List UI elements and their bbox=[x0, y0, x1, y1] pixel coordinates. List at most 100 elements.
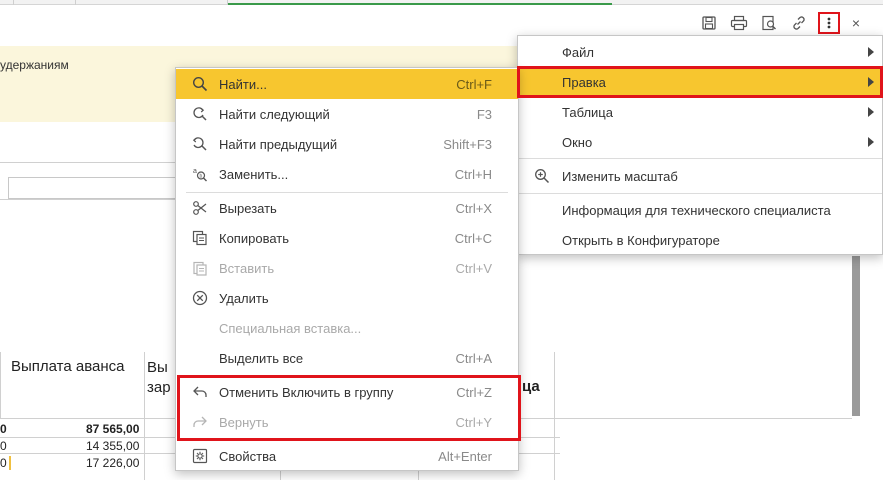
menu-item-paste-special[interactable]: Специальная вставка... bbox=[176, 313, 518, 343]
info-band-text: удержаниям bbox=[0, 58, 69, 72]
menu-item-label: Правка bbox=[562, 74, 606, 90]
more-icon bbox=[827, 17, 831, 29]
menu-item-redo[interactable]: Вернуть Ctrl+Y bbox=[176, 407, 518, 437]
grid-line bbox=[0, 352, 1, 418]
menu-item-zoom[interactable]: Изменить масштаб bbox=[518, 161, 882, 191]
redo-icon bbox=[190, 412, 210, 432]
menu-item-label: Таблица bbox=[562, 104, 613, 120]
menu-separator bbox=[518, 158, 882, 159]
menu-item-label: Файл bbox=[562, 44, 594, 60]
zoom-icon bbox=[532, 166, 552, 186]
menu-item-label: Найти следующий bbox=[219, 106, 330, 122]
shortcut-label: Ctrl+A bbox=[455, 350, 492, 366]
menu-item-label: Копировать bbox=[219, 230, 289, 246]
menu-item-label: Выделить все bbox=[219, 350, 304, 366]
shortcut-label: Ctrl+H bbox=[454, 166, 492, 182]
menu-item-label: Отменить Включить в группу bbox=[219, 384, 394, 400]
menu-item-edit[interactable]: Правка bbox=[518, 67, 882, 97]
menu-item-undo[interactable]: Отменить Включить в группу Ctrl+Z bbox=[176, 377, 518, 407]
shortcut-label: Ctrl+F bbox=[456, 76, 492, 92]
shortcut-label: Ctrl+V bbox=[455, 260, 492, 276]
menu-item-label: Вернуть bbox=[219, 414, 269, 430]
menu-item-table[interactable]: Таблица bbox=[518, 97, 882, 127]
menu-item-cut[interactable]: Вырезать Ctrl+X bbox=[176, 193, 518, 223]
grid-line bbox=[554, 352, 555, 480]
close-button[interactable]: × bbox=[848, 15, 864, 31]
menu-item-label: Открыть в Конфигураторе bbox=[562, 232, 720, 248]
menu-item-label: Найти... bbox=[219, 76, 267, 92]
menu-item-find-next[interactable]: Найти следующий F3 bbox=[176, 99, 518, 129]
copy-icon bbox=[190, 228, 210, 248]
table-cell: 14 355,00 bbox=[86, 439, 140, 453]
preview-icon[interactable] bbox=[758, 12, 780, 34]
shortcut-label: Alt+Enter bbox=[438, 448, 492, 464]
menu-item-delete[interactable]: Удалить bbox=[176, 283, 518, 313]
shortcut-label: F3 bbox=[476, 106, 492, 122]
menu-item-label: Специальная вставка... bbox=[219, 320, 362, 336]
menu-item-label: Изменить масштаб bbox=[562, 168, 678, 184]
link-icon[interactable] bbox=[788, 12, 810, 34]
shortcut-label: Ctrl+X bbox=[455, 200, 492, 216]
properties-icon bbox=[190, 446, 210, 466]
chevron-right-icon bbox=[868, 47, 874, 57]
menu-item-open-configurator[interactable]: Открыть в Конфигураторе bbox=[518, 225, 882, 255]
menu-item-label: Окно bbox=[562, 134, 593, 150]
grid-line bbox=[144, 352, 145, 480]
table-cell: 0 bbox=[0, 422, 7, 436]
menu-item-label: Вставить bbox=[219, 260, 275, 276]
menu-item-label: Свойства bbox=[219, 448, 277, 464]
vertical-scrollbar[interactable] bbox=[852, 256, 860, 416]
find-next-icon bbox=[190, 104, 210, 124]
menu-item-tech-info[interactable]: Информация для технического специалиста bbox=[518, 195, 882, 225]
tab-segment[interactable] bbox=[14, 0, 76, 5]
save-icon[interactable] bbox=[698, 12, 720, 34]
shortcut-label: Ctrl+Y bbox=[455, 414, 492, 430]
table-cell[interactable]: 0 bbox=[0, 456, 11, 470]
delete-icon bbox=[190, 288, 210, 308]
main-menu: Файл Правка Таблица Окно Изменить масшта… bbox=[517, 35, 883, 255]
shortcut-label: Ctrl+C bbox=[454, 230, 492, 246]
menu-item-find-previous[interactable]: Найти предыдущий Shift+F3 bbox=[176, 129, 518, 159]
table-cell: 17 226,00 bbox=[86, 456, 140, 470]
scissors-icon bbox=[190, 198, 210, 218]
chevron-right-icon bbox=[868, 77, 874, 87]
tab-segment[interactable] bbox=[0, 0, 14, 5]
menu-item-file[interactable]: Файл bbox=[518, 37, 882, 67]
table-cell: 87 565,00 bbox=[86, 422, 140, 436]
search-icon bbox=[190, 74, 210, 94]
menu-item-label: Вырезать bbox=[219, 200, 277, 216]
top-tab-strip bbox=[0, 0, 883, 5]
menu-item-label: Информация для технического специалиста bbox=[562, 202, 831, 218]
tab-segment[interactable] bbox=[76, 0, 228, 5]
chevron-right-icon bbox=[868, 137, 874, 147]
document-toolbar: × bbox=[698, 12, 864, 34]
filter-field[interactable] bbox=[8, 177, 178, 199]
shortcut-label: Shift+F3 bbox=[443, 136, 492, 152]
menu-item-copy[interactable]: Копировать Ctrl+C bbox=[176, 223, 518, 253]
column-header: Выплата аванса bbox=[11, 358, 125, 375]
paste-icon bbox=[190, 258, 210, 278]
edit-submenu: Найти... Ctrl+F Найти следующий F3 Найти… bbox=[175, 67, 519, 471]
menu-item-select-all[interactable]: Выделить все Ctrl+A bbox=[176, 343, 518, 373]
menu-item-properties[interactable]: Свойства Alt+Enter bbox=[176, 441, 518, 471]
undo-icon bbox=[190, 382, 210, 402]
menu-item-label: Заменить... bbox=[219, 166, 289, 182]
more-actions-button[interactable] bbox=[818, 12, 840, 34]
svg-text:a: a bbox=[193, 168, 197, 175]
menu-item-paste[interactable]: Вставить Ctrl+V bbox=[176, 253, 518, 283]
chevron-right-icon bbox=[868, 107, 874, 117]
menu-item-label: Найти предыдущий bbox=[219, 136, 338, 152]
shortcut-label: Ctrl+Z bbox=[456, 384, 492, 400]
print-icon[interactable] bbox=[728, 12, 750, 34]
menu-separator bbox=[186, 375, 508, 376]
replace-icon: ab bbox=[190, 164, 210, 184]
column-header: Вы зар bbox=[147, 359, 171, 396]
svg-text:b: b bbox=[200, 174, 203, 180]
menu-item-window[interactable]: Окно bbox=[518, 127, 882, 157]
menu-item-label: Удалить bbox=[219, 290, 269, 306]
menu-separator bbox=[518, 193, 882, 194]
menu-item-replace[interactable]: ab Заменить... Ctrl+H bbox=[176, 159, 518, 189]
column-header: ца bbox=[522, 378, 540, 395]
menu-item-find[interactable]: Найти... Ctrl+F bbox=[176, 69, 518, 99]
active-tab-indicator bbox=[228, 3, 612, 5]
